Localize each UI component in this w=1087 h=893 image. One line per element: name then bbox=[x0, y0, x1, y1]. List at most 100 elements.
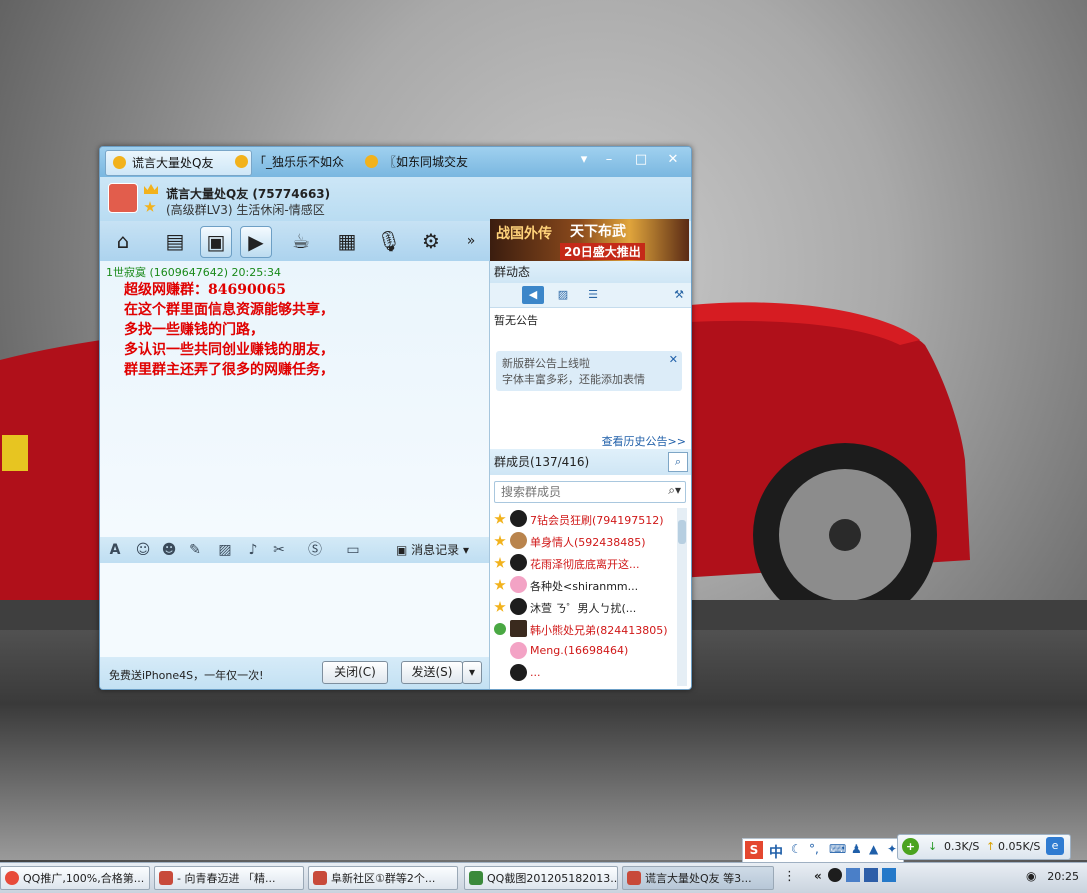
side-panel: 群动态 ◀ ▨ ☰ ⚒ 暂无公告 新版群公告上线啦 字体丰富多彩，还能添加表情 … bbox=[489, 261, 691, 689]
message-input[interactable] bbox=[100, 563, 489, 657]
tab-label: 谎言大量处Q友 bbox=[132, 156, 214, 170]
pen-icon[interactable]: ✎ bbox=[186, 541, 204, 559]
tab-group-2[interactable]: 「_独乐乐不如众 bbox=[228, 150, 374, 174]
more-chevron-icon[interactable]: ⋮ bbox=[783, 869, 796, 884]
task-label: QQ截图201205182013... bbox=[487, 872, 618, 885]
search-icon[interactable]: ⌕▾ bbox=[668, 483, 681, 498]
group-avatar[interactable] bbox=[108, 183, 138, 213]
star-icon bbox=[144, 201, 156, 212]
message-sender: 1世寂寞 (1609647642) 20:25:34 bbox=[106, 266, 281, 279]
app-tray-icon[interactable] bbox=[882, 868, 896, 882]
qq-group-icon bbox=[159, 871, 173, 885]
close-tip-icon[interactable]: ✕ bbox=[669, 353, 678, 366]
download-speed: 0.3K/S bbox=[944, 840, 980, 853]
message-history-button[interactable]: ▣ 消息记录 ▾ bbox=[396, 540, 469, 560]
minimize-button[interactable]: – bbox=[598, 151, 620, 169]
screenshot-scissors-icon[interactable]: ✂ bbox=[270, 541, 288, 559]
chat-bubble-icon[interactable]: ▭ bbox=[344, 541, 362, 559]
browser-icon[interactable]: e bbox=[1046, 837, 1064, 855]
clock[interactable]: 20:25 bbox=[1047, 870, 1079, 883]
video-icon[interactable]: ▶ bbox=[240, 226, 272, 258]
taskbar-item[interactable]: 阜新社区①群等2个... bbox=[308, 866, 458, 890]
chat-history[interactable]: 1世寂寞 (1609647642) 20:25:34 超级网赚群：8469006… bbox=[100, 261, 489, 537]
image-icon[interactable]: ▨ bbox=[216, 541, 234, 559]
shirt-icon[interactable]: ▲ bbox=[869, 842, 878, 856]
user-icon[interactable]: ♟ bbox=[851, 842, 862, 856]
member-item[interactable]: ... bbox=[490, 662, 678, 684]
font-icon[interactable]: A bbox=[106, 541, 124, 559]
taskbar-item[interactable]: - 向青春迈进 「精... bbox=[154, 866, 304, 890]
plus-icon[interactable]: + bbox=[902, 838, 919, 855]
tab-label: 「_独乐乐不如众 bbox=[254, 155, 345, 169]
close-window-button[interactable]: ✕ bbox=[662, 151, 684, 169]
more-chevron-icon[interactable]: » bbox=[456, 226, 486, 256]
members-title: 群成员(137/416) bbox=[494, 455, 590, 469]
coffee-icon[interactable]: ☕ bbox=[286, 226, 316, 256]
new-notice-tip: 新版群公告上线啦 字体丰富多彩，还能添加表情 ✕ bbox=[496, 351, 682, 391]
member-list-scrollbar[interactable] bbox=[677, 508, 687, 686]
taskbar-item[interactable]: QQ推广,100%,合格第... bbox=[0, 866, 150, 890]
scrollbar-thumb[interactable] bbox=[678, 520, 686, 544]
security-tray-icon[interactable] bbox=[864, 868, 878, 882]
home-icon[interactable]: ⌂ bbox=[108, 226, 138, 256]
magic-face-icon[interactable]: ☻ bbox=[160, 541, 178, 559]
expand-tray-icon[interactable]: « bbox=[814, 869, 822, 883]
network-tray-icon[interactable] bbox=[846, 868, 860, 882]
close-button[interactable]: 关闭(C) bbox=[322, 661, 388, 684]
penguin-avatar bbox=[510, 510, 527, 527]
taskbar: QQ推广,100%,合格第... - 向青春迈进 「精... 阜新社区①群等2个… bbox=[0, 862, 1087, 893]
qq-tray-icon[interactable] bbox=[828, 868, 842, 882]
send-options-chevron-icon[interactable]: ▾ bbox=[462, 661, 482, 684]
member-search-icon[interactable]: ⌕ bbox=[668, 452, 688, 472]
member-item[interactable]: 沐萱 ㄋ゜男人ㄅ扰(... bbox=[490, 596, 678, 618]
member-item[interactable]: 7钻会员狂刷(794197512) bbox=[490, 508, 678, 530]
member-item[interactable]: 花雨泽彻底底离开这... bbox=[490, 552, 678, 574]
music-icon[interactable]: ♪ bbox=[244, 541, 262, 559]
group-subtitle: (高级群LV3) 生活休闲-情感区 bbox=[166, 203, 325, 217]
message-line: 多找一些赚钱的门路， bbox=[124, 322, 264, 338]
member-name: 7钻会员狂刷(794197512) bbox=[530, 514, 664, 527]
wrench-icon[interactable]: ⚒ bbox=[668, 286, 690, 304]
star-icon bbox=[494, 535, 506, 546]
avatar bbox=[510, 576, 527, 593]
folder-icon[interactable]: ▤ bbox=[160, 226, 190, 256]
speaker-icon[interactable]: ◉ bbox=[1026, 869, 1036, 883]
member-item[interactable]: 各种处<shiranmm... bbox=[490, 574, 678, 596]
photo-tab-icon[interactable]: ▨ bbox=[552, 286, 574, 304]
ime-mode-toggle[interactable]: 中 bbox=[769, 842, 783, 862]
upload-speed: 0.05K/S bbox=[998, 840, 1041, 853]
history-notice-link[interactable]: 查看历史公告>> bbox=[602, 433, 686, 449]
moon-icon[interactable]: ☾ bbox=[791, 842, 802, 856]
member-item[interactable]: Meng.(16698464) bbox=[490, 640, 678, 662]
settings-gear-icon[interactable]: ⚙ bbox=[416, 226, 446, 256]
group-icon bbox=[235, 155, 248, 168]
tools-icon[interactable]: ✦ bbox=[887, 842, 897, 856]
list-tab-icon[interactable]: ☰ bbox=[582, 286, 604, 304]
announcement-tab-icon[interactable]: ◀ bbox=[522, 286, 544, 304]
maximize-button[interactable]: □ bbox=[630, 151, 652, 169]
qq-group-icon bbox=[313, 871, 327, 885]
group-title[interactable]: 谎言大量处Q友 (75774663) bbox=[166, 185, 330, 202]
notice-tabs: ◀ ▨ ☰ ⚒ bbox=[490, 283, 691, 308]
microphone-icon[interactable]: 🎙 bbox=[374, 226, 404, 256]
keyboard-icon[interactable]: ⌨ bbox=[829, 842, 846, 856]
sogou-icon[interactable]: Ⓢ bbox=[306, 541, 324, 559]
taskbar-item[interactable]: QQ截图201205182013... bbox=[464, 866, 618, 890]
member-search-input[interactable] bbox=[499, 482, 653, 502]
footer-ad-link[interactable]: 免费送iPhone4S，一年仅一次! bbox=[109, 667, 264, 683]
taskbar-item-active[interactable]: 谎言大量处Q友 等3... bbox=[622, 866, 774, 890]
star-icon bbox=[494, 579, 506, 590]
sogou-logo-icon[interactable]: S bbox=[745, 841, 763, 859]
member-name: ... bbox=[530, 666, 541, 679]
member-item[interactable]: 单身情人(592438485) bbox=[490, 530, 678, 552]
send-button[interactable]: 发送(S) bbox=[401, 661, 463, 684]
title-bar: 谎言大量处Q友 「_独乐乐不如众 〖如东同城交友 ▾ – □ ✕ bbox=[100, 147, 691, 177]
album-icon[interactable]: ▣ bbox=[200, 226, 232, 258]
game-ad-banner[interactable]: 战国外传 天下布武 20日盛大推出 bbox=[490, 219, 689, 261]
dropdown-window-button[interactable]: ▾ bbox=[573, 151, 595, 169]
member-item[interactable]: 韩小熊处兄弟(824413805) bbox=[490, 618, 678, 640]
punctuation-icon[interactable]: °, bbox=[809, 842, 819, 856]
tab-group-3[interactable]: 〖如东同城交友 bbox=[358, 150, 504, 174]
notice-icon[interactable]: ▦ bbox=[332, 226, 362, 256]
emoji-icon[interactable]: ☺ bbox=[134, 541, 152, 559]
